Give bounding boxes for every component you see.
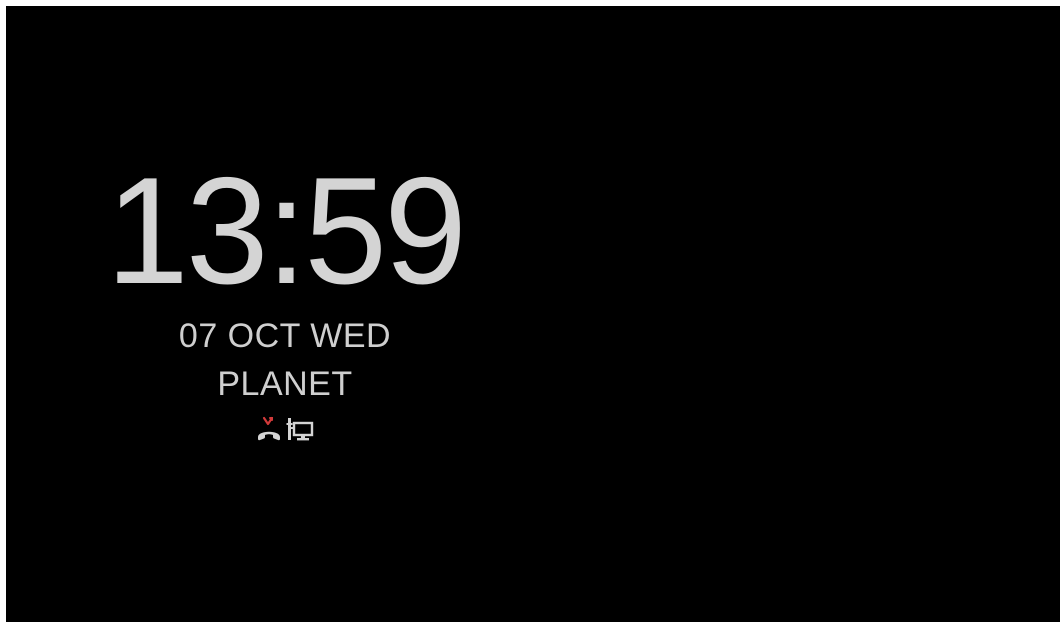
notification-icons	[100, 414, 470, 444]
clock-time: 13:59	[105, 146, 467, 316]
carrier-label: PLANET	[217, 365, 353, 403]
missed-call-icon	[258, 416, 280, 441]
always-on-display-screen: 13:59 07 OCT WED PLANET	[6, 6, 1060, 622]
device-frame: 13:59 07 OCT WED PLANET	[0, 0, 1060, 622]
clock-date: 07 OCT WED	[178, 317, 392, 355]
clock-widget: 13:59 07 OCT WED PLANET	[100, 146, 470, 444]
usb-debugging-icon	[286, 418, 314, 441]
